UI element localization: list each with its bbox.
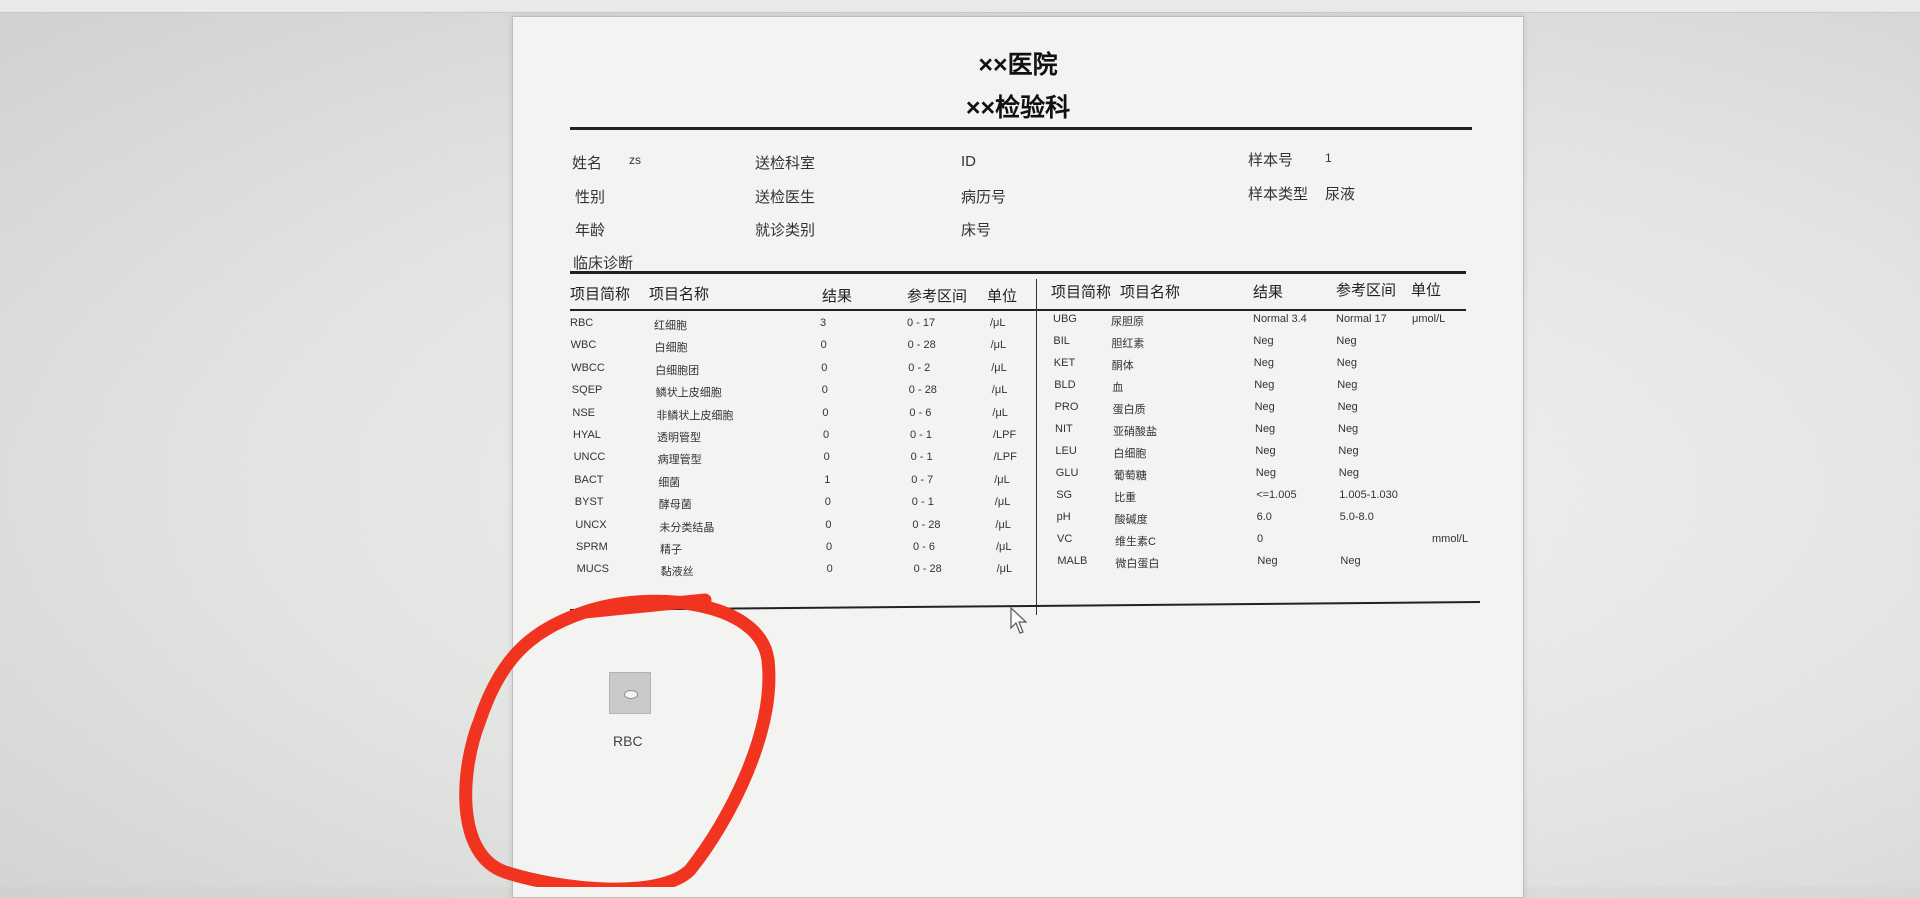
red-annotation-circle	[459, 593, 776, 887]
